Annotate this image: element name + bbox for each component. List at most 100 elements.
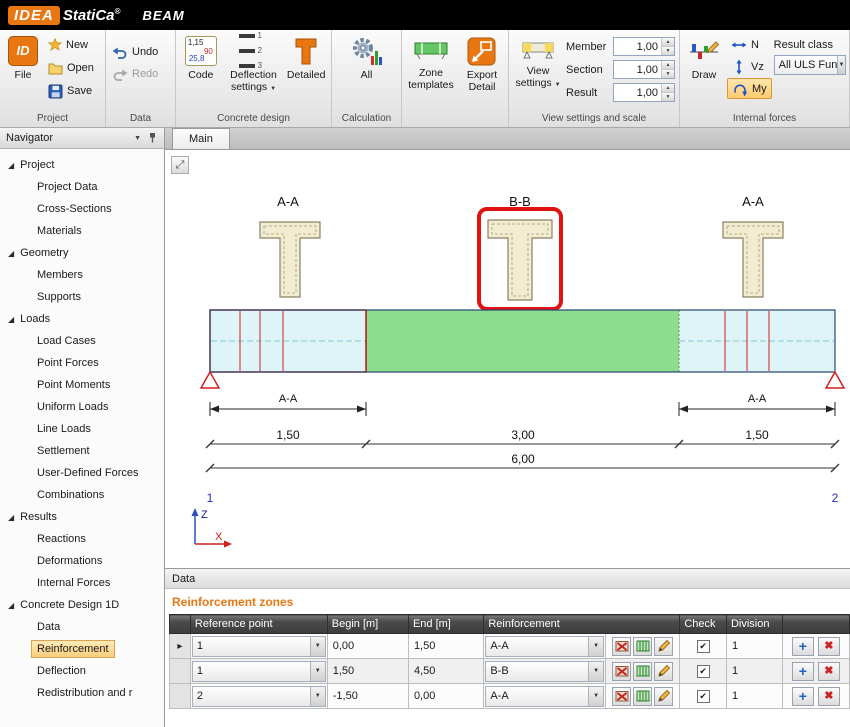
end-cell[interactable]: 0,00 xyxy=(408,684,483,709)
redo-button[interactable]: Redo xyxy=(109,64,161,84)
cross-section-aa-left[interactable] xyxy=(260,222,320,297)
edit-reinforcement-button[interactable] xyxy=(654,662,673,681)
division-cell[interactable]: 1 xyxy=(726,659,782,684)
result-scale-stepper[interactable]: 1,00 ▲▼ xyxy=(613,83,675,102)
sidebar-item-deflection[interactable]: Deflection xyxy=(0,660,164,682)
sidebar-item-load-cases[interactable]: Load Cases xyxy=(0,330,164,352)
reference-point-dropdown[interactable]: 2▼ xyxy=(192,686,326,707)
beam-drawing[interactable]: A-A B-B A-A xyxy=(165,150,850,568)
division-cell[interactable]: 1 xyxy=(726,684,782,709)
force-toggle-n[interactable]: N xyxy=(727,34,772,55)
detailed-button[interactable]: Detailed xyxy=(284,32,328,112)
open-button[interactable]: Open xyxy=(45,58,97,78)
undo-button[interactable]: Undo xyxy=(109,42,161,62)
reference-point-dropdown[interactable]: 1▼ xyxy=(192,636,326,657)
end-cell[interactable]: 4,50 xyxy=(408,659,483,684)
begin-cell[interactable]: 0,00 xyxy=(327,634,408,659)
add-zone-button[interactable]: + xyxy=(792,687,814,706)
begin-cell[interactable]: -1,50 xyxy=(327,684,408,709)
sidebar-item-internal-forces[interactable]: Internal Forces xyxy=(0,572,164,594)
sidebar-item-combinations[interactable]: Combinations xyxy=(0,484,164,506)
sidebar-section-concrete-design-1d[interactable]: ◢Concrete Design 1D xyxy=(0,594,164,616)
force-toggle-vz[interactable]: Vz xyxy=(727,56,772,77)
delete-reinforcement-button[interactable] xyxy=(612,637,631,656)
chevron-down-icon[interactable]: ▼ xyxy=(134,135,141,142)
code-button[interactable]: 1,15 90 25,8 Code xyxy=(179,32,223,112)
new-button[interactable]: New xyxy=(45,35,97,55)
edit-reinforcement-button[interactable] xyxy=(654,637,673,656)
sidebar-section-results[interactable]: ◢Results xyxy=(0,506,164,528)
delete-reinforcement-button[interactable] xyxy=(612,662,631,681)
add-zone-button[interactable]: + xyxy=(792,637,814,656)
sidebar-section-project[interactable]: ◢Project xyxy=(0,154,164,176)
division-cell[interactable]: 1 xyxy=(726,634,782,659)
sidebar-item-reactions[interactable]: Reactions xyxy=(0,528,164,550)
sidebar-item-supports[interactable]: Supports xyxy=(0,286,164,308)
sidebar-item-redistribution[interactable]: Redistribution and r xyxy=(0,682,164,704)
sidebar-item-materials[interactable]: Materials xyxy=(0,220,164,242)
check-checkbox[interactable]: ✔ xyxy=(697,665,710,678)
view-settings-button[interactable]: View settings ▼ xyxy=(512,32,564,112)
spin-down-icon[interactable]: ▼ xyxy=(662,69,674,78)
sidebar-item-deformations[interactable]: Deformations xyxy=(0,550,164,572)
fit-view-button[interactable]: ⤢ xyxy=(171,156,189,174)
delete-zone-button[interactable]: ✖ xyxy=(818,662,840,681)
row-selector[interactable] xyxy=(170,684,191,709)
export-detail-button[interactable]: ExportDetail xyxy=(459,32,505,112)
tab-main[interactable]: Main xyxy=(172,128,230,149)
pin-icon[interactable] xyxy=(147,132,158,144)
zone-span-left: A-A xyxy=(210,393,366,416)
spin-up-icon[interactable]: ▲ xyxy=(662,61,674,69)
sidebar-item-project-data[interactable]: Project Data xyxy=(0,176,164,198)
spin-up-icon[interactable]: ▲ xyxy=(662,84,674,92)
save-button[interactable]: Save xyxy=(45,81,97,101)
beam-elevation[interactable] xyxy=(210,310,835,372)
sidebar-item-point-moments[interactable]: Point Moments xyxy=(0,374,164,396)
check-checkbox[interactable]: ✔ xyxy=(697,690,710,703)
delete-zone-button[interactable]: ✖ xyxy=(818,687,840,706)
spin-down-icon[interactable]: ▼ xyxy=(662,46,674,55)
end-cell[interactable]: 1,50 xyxy=(408,634,483,659)
deflection-settings-button[interactable]: 1 2 3 Deflection settings ▼ xyxy=(225,32,283,112)
row-selector[interactable]: ▸ xyxy=(170,634,191,659)
sidebar-section-loads[interactable]: ◢Loads xyxy=(0,308,164,330)
spin-up-icon[interactable]: ▲ xyxy=(662,38,674,46)
sidebar-item-user-defined-forces[interactable]: User-Defined Forces xyxy=(0,462,164,484)
spin-down-icon[interactable]: ▼ xyxy=(662,92,674,101)
reinforcement-dropdown[interactable]: B-B▼ xyxy=(485,661,604,682)
sidebar-item-uniform-loads[interactable]: Uniform Loads xyxy=(0,396,164,418)
sidebar-item-reinforcement[interactable]: Reinforcement xyxy=(0,638,164,660)
beam-canvas[interactable]: ⤢ A-A B-B A-A xyxy=(165,150,850,568)
zone-templates-button[interactable]: Zonetemplates xyxy=(405,32,457,112)
sidebar-item-cross-sections[interactable]: Cross-Sections xyxy=(0,198,164,220)
file-button[interactable]: ID File xyxy=(3,32,43,112)
section-scale-stepper[interactable]: 1,00 ▲▼ xyxy=(613,60,675,79)
delete-zone-button[interactable]: ✖ xyxy=(818,637,840,656)
sidebar-item-data[interactable]: Data xyxy=(0,616,164,638)
new-reinforcement-button[interactable] xyxy=(633,637,652,656)
new-reinforcement-button[interactable] xyxy=(633,662,652,681)
reinforcement-dropdown[interactable]: A-A▼ xyxy=(485,686,604,707)
beam-zone-middle[interactable] xyxy=(366,310,679,372)
member-scale-stepper[interactable]: 1,00 ▲▼ xyxy=(613,37,675,56)
cross-section-aa-right[interactable] xyxy=(723,222,783,297)
draw-button[interactable]: Draw xyxy=(683,32,725,112)
new-reinforcement-button[interactable] xyxy=(633,687,652,706)
reference-point-dropdown[interactable]: 1▼ xyxy=(192,661,326,682)
sidebar-item-point-forces[interactable]: Point Forces xyxy=(0,352,164,374)
sidebar-item-settlement[interactable]: Settlement xyxy=(0,440,164,462)
edit-reinforcement-button[interactable] xyxy=(654,687,673,706)
force-toggle-my[interactable]: My xyxy=(727,78,772,99)
begin-cell[interactable]: 1,50 xyxy=(327,659,408,684)
add-zone-button[interactable]: + xyxy=(792,662,814,681)
sidebar-section-geometry[interactable]: ◢Geometry xyxy=(0,242,164,264)
result-class-dropdown[interactable]: All ULS Fun ▼ xyxy=(774,55,846,75)
sidebar-item-line-loads[interactable]: Line Loads xyxy=(0,418,164,440)
cross-section-bb[interactable] xyxy=(479,209,561,309)
check-checkbox[interactable]: ✔ xyxy=(697,640,710,653)
delete-reinforcement-button[interactable] xyxy=(612,687,631,706)
sidebar-item-members[interactable]: Members xyxy=(0,264,164,286)
row-selector[interactable] xyxy=(170,659,191,684)
calculate-all-button[interactable]: All xyxy=(344,32,390,112)
reinforcement-dropdown[interactable]: A-A▼ xyxy=(485,636,604,657)
